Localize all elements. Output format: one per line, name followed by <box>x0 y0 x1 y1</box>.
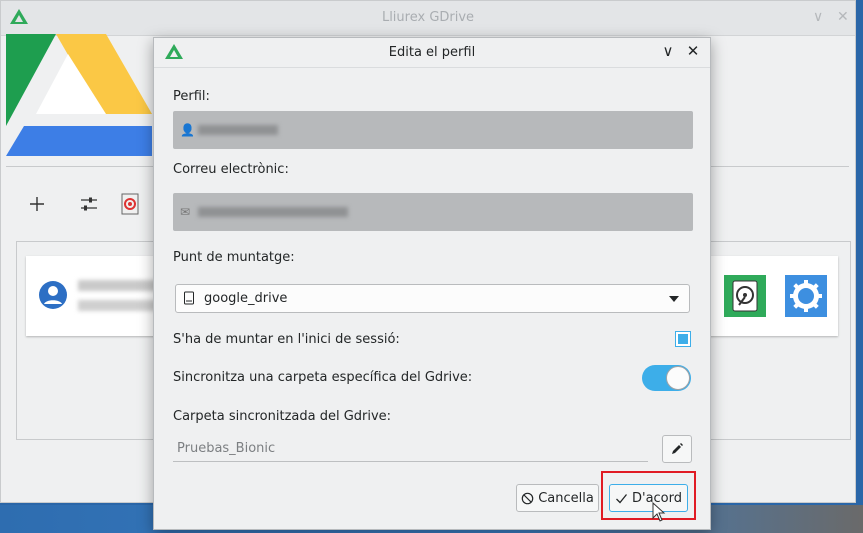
edit-folder-button[interactable] <box>662 435 692 463</box>
profile-settings-button[interactable] <box>785 275 827 317</box>
dialog-title-bar: Edita el perfil ∨ ✕ <box>154 38 710 68</box>
settings-sliders-button[interactable] <box>77 192 101 216</box>
profile-field: 👤 <box>173 111 693 149</box>
gdrive-logo-banner <box>6 34 152 156</box>
help-icon <box>121 193 139 215</box>
dialog-minimize-icon[interactable]: ∨ <box>659 42 677 60</box>
hard-disk-icon <box>732 280 758 312</box>
mount-drive-button[interactable] <box>724 275 766 317</box>
mount-at-login-label: S'ha de muntar en l'inici de sessió: <box>173 332 400 347</box>
mount-point-label: Punt de muntatge: <box>173 250 295 265</box>
profile-name-redacted <box>198 125 278 135</box>
add-profile-button[interactable] <box>25 192 49 216</box>
main-window-title: Lliurex GDrive <box>381 10 475 25</box>
email-label: Correu electrònic: <box>173 162 289 177</box>
mount-point-value: google_drive <box>204 291 288 306</box>
pencil-icon <box>672 443 683 454</box>
main-close-icon[interactable]: ✕ <box>837 9 849 25</box>
toggle-knob <box>666 366 690 390</box>
plus-icon <box>30 197 44 211</box>
sliders-icon <box>81 197 97 211</box>
cancel-icon <box>521 492 534 504</box>
cancel-label: Cancella <box>538 490 594 506</box>
mouse-pointer-icon <box>652 502 666 522</box>
user-icon: 👤 <box>180 123 195 137</box>
email-field: ✉ <box>173 193 693 231</box>
sync-specific-toggle[interactable] <box>642 365 691 391</box>
main-title-bar: Lliurex GDrive ∨ ✕ <box>1 1 855 36</box>
help-button[interactable] <box>118 192 142 216</box>
profile-label: Perfil: <box>173 89 210 104</box>
dialog-title: Edita el perfil <box>388 45 476 60</box>
email-redacted <box>198 207 348 217</box>
mount-point-select[interactable]: google_drive <box>175 284 690 313</box>
chevron-down-icon <box>669 296 679 302</box>
user-avatar-icon <box>39 281 67 309</box>
dialog-close-icon[interactable]: ✕ <box>684 42 702 60</box>
cancel-button[interactable]: Cancella <box>516 484 599 512</box>
gear-icon <box>790 280 822 312</box>
drive-icon <box>184 291 194 305</box>
ok-button-highlight <box>601 471 696 520</box>
sync-folder-label: Carpeta sincronitzada del Gdrive: <box>173 409 392 424</box>
mount-at-login-checkbox[interactable] <box>675 331 691 347</box>
sync-folder-input[interactable] <box>173 435 648 462</box>
sync-specific-label: Sincronitza una carpeta específica del G… <box>173 370 473 385</box>
edit-profile-dialog: Edita el perfil ∨ ✕ Perfil: 👤 Correu ele… <box>153 37 711 530</box>
envelope-icon: ✉ <box>180 205 191 219</box>
main-minimize-icon[interactable]: ∨ <box>813 9 823 25</box>
